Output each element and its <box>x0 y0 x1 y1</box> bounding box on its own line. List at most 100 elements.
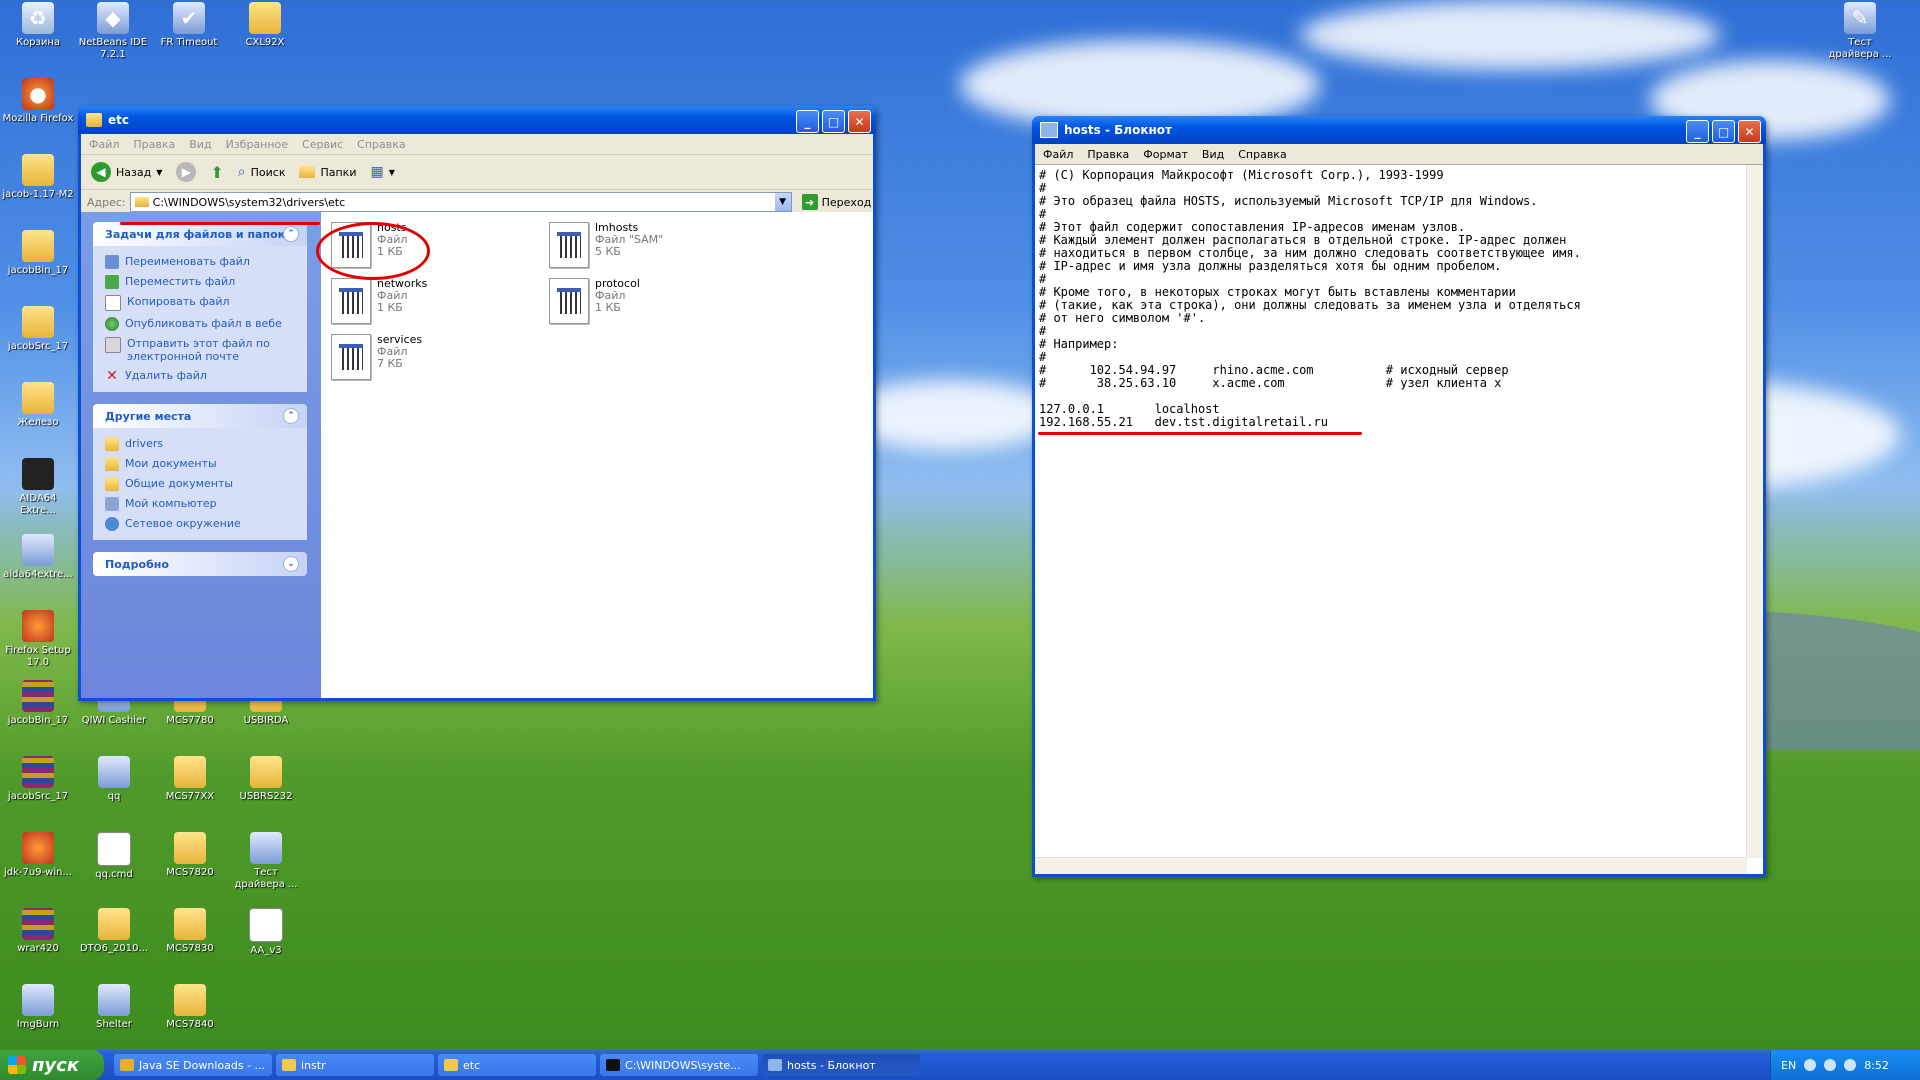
desktop-icon[interactable]: Shelter <box>78 984 150 1031</box>
desktop-icon[interactable]: jacobSrc_17 <box>2 306 74 353</box>
desktop-icon[interactable]: ♻ Корзина <box>2 2 74 49</box>
panel-header[interactable]: Подробно ⌄ <box>93 552 307 576</box>
views-button[interactable]: ▦ ▼ <box>366 162 398 182</box>
place-drivers[interactable]: drivers <box>105 434 307 454</box>
desktop-icon[interactable]: MCS77XX <box>154 756 226 803</box>
desktop-icon[interactable]: wrar420 <box>2 908 74 955</box>
folder-icon <box>22 230 54 262</box>
menu-edit[interactable]: Правка <box>133 138 175 151</box>
place-shared-documents[interactable]: Общие документы <box>105 474 307 494</box>
task-publish[interactable]: Опубликовать файл в вебе <box>105 314 307 334</box>
file-item-networks[interactable]: networks Файл 1 КБ <box>331 278 427 324</box>
chevron-up-icon[interactable]: ⌃ <box>283 408 299 424</box>
desktop-icon[interactable]: qq <box>78 756 150 803</box>
menu-view[interactable]: Вид <box>189 138 211 151</box>
desktop-icon[interactable]: Железо <box>2 382 74 429</box>
panel-header[interactable]: Другие места ⌃ <box>93 404 307 428</box>
menu-file[interactable]: Файл <box>89 138 119 151</box>
task-rename[interactable]: Переименовать файл <box>105 252 307 272</box>
desktop-icon[interactable]: aida64extre... <box>2 534 74 581</box>
maximize-button[interactable]: □ <box>822 110 845 133</box>
menu-help[interactable]: Справка <box>357 138 405 151</box>
notepad-text[interactable]: # (C) Корпорация Майкрософт (Microsoft C… <box>1035 165 1763 429</box>
menu-edit[interactable]: Правка <box>1087 148 1129 161</box>
desktop-icon[interactable]: ✎ Тест драйвера ... <box>1824 2 1896 61</box>
desktop-icon[interactable]: USBRS232 <box>230 756 302 803</box>
desktop-icon[interactable]: jacob-1.17-M2 <box>2 154 74 201</box>
desktop-icon[interactable]: jacobBin_17 <box>2 230 74 277</box>
network-tray-icon[interactable] <box>1804 1059 1817 1071</box>
menu-file[interactable]: Файл <box>1043 148 1073 161</box>
volume-tray-icon[interactable] <box>1824 1059 1837 1071</box>
desktop-icon[interactable]: ◆ NetBeans IDE 7.2.1 <box>77 2 149 61</box>
forward-button[interactable]: ▶ <box>172 160 200 184</box>
taskbar-task[interactable]: etc <box>438 1054 596 1076</box>
menu-favorites[interactable]: Избранное <box>226 138 288 151</box>
horizontal-scrollbar[interactable] <box>1035 857 1747 874</box>
taskbar-task[interactable]: hosts - Блокнот <box>762 1054 920 1076</box>
task-email[interactable]: Отправить этот файл по электронной почте <box>105 334 307 366</box>
task-label: Копировать файл <box>127 295 230 308</box>
details-panel: Подробно ⌄ <box>93 552 307 576</box>
notepad-window[interactable]: hosts - Блокнот _ □ ✕ Файл Правка Формат… <box>1032 116 1766 877</box>
desktop-icon[interactable]: CXL92X <box>229 2 301 49</box>
close-button[interactable]: ✕ <box>848 110 871 133</box>
notepad-titlebar[interactable]: hosts - Блокнот _ □ ✕ <box>1032 116 1766 144</box>
taskbar-task[interactable]: Java SE Downloads - ... <box>114 1054 272 1076</box>
notepad-editor[interactable]: # (C) Корпорация Майкрософт (Microsoft C… <box>1035 164 1763 874</box>
place-network[interactable]: Сетевое окружение <box>105 514 307 534</box>
desktop-icon[interactable]: ✔ FR Timeout <box>153 2 225 49</box>
task-delete[interactable]: ✕ Удалить файл <box>105 366 307 386</box>
desktop-icon[interactable]: Тест драйвера ... <box>230 832 302 891</box>
file-item-services[interactable]: services Файл 7 КБ <box>331 334 422 380</box>
maximize-button[interactable]: □ <box>1712 120 1735 143</box>
address-input[interactable]: C:\WINDOWS\system32\drivers\etc ▼ <box>129 192 792 212</box>
vertical-scrollbar[interactable] <box>1746 165 1763 858</box>
desktop-icon[interactable]: ● Mozilla Firefox <box>2 78 74 125</box>
security-tray-icon[interactable] <box>1844 1059 1857 1071</box>
close-button[interactable]: ✕ <box>1738 120 1761 143</box>
place-my-documents[interactable]: Мои документы <box>105 454 307 474</box>
desktop-icon[interactable]: ImgBurn <box>2 984 74 1031</box>
start-button[interactable]: пуск <box>0 1050 104 1080</box>
desktop-icon[interactable]: DTO6_2010... <box>78 908 150 955</box>
minimize-button[interactable]: _ <box>796 110 819 133</box>
desktop-icon[interactable]: MCS7840 <box>154 984 226 1031</box>
taskbar-task[interactable]: C:\WINDOWS\syste... <box>600 1054 758 1076</box>
menu-tools[interactable]: Сервис <box>302 138 343 151</box>
taskbar-task[interactable]: instr <box>276 1054 434 1076</box>
up-folder-button[interactable]: ⬆ <box>206 161 227 184</box>
desktop-icon[interactable]: AA_v3 <box>230 908 302 957</box>
file-item-lmhosts[interactable]: lmhosts Файл "SAM" 5 КБ <box>549 222 663 268</box>
menu-format[interactable]: Формат <box>1143 148 1188 161</box>
language-indicator[interactable]: EN <box>1781 1059 1796 1072</box>
menu-view[interactable]: Вид <box>1202 148 1224 161</box>
desktop-icon[interactable]: MCS7830 <box>154 908 226 955</box>
search-button[interactable]: ⌕ Поиск <box>234 162 290 182</box>
back-button[interactable]: ◀ Назад ▼ <box>87 160 166 184</box>
explorer-titlebar[interactable]: etc _ □ ✕ <box>78 106 876 134</box>
minimize-button[interactable]: _ <box>1686 120 1709 143</box>
desktop-icon[interactable]: Firefox Setup 17.0 <box>2 610 74 669</box>
file-item-protocol[interactable]: protocol Файл 1 КБ <box>549 278 640 324</box>
app-icon <box>98 756 130 788</box>
desktop-icon[interactable]: qq.cmd <box>78 832 150 881</box>
clock[interactable]: 8:52 <box>1864 1059 1889 1072</box>
desktop-icon[interactable]: jacobBin_17 <box>2 680 74 727</box>
folders-button[interactable]: Папки <box>295 164 360 181</box>
task-move[interactable]: Переместить файл <box>105 272 307 292</box>
desktop-icon-label: AA_v3 <box>250 945 282 956</box>
panel-header[interactable]: Задачи для файлов и папок ⌃ <box>93 222 307 246</box>
desktop-icon[interactable]: jacobSrc_17 <box>2 756 74 803</box>
explorer-window[interactable]: etc _ □ ✕ Файл Правка Вид Избранное Серв… <box>78 106 876 701</box>
place-my-computer[interactable]: Мой компьютер <box>105 494 307 514</box>
desktop-icon[interactable]: MCS7820 <box>154 832 226 879</box>
chevron-down-icon[interactable]: ⌄ <box>283 556 299 572</box>
task-copy[interactable]: Копировать файл <box>105 292 307 314</box>
menu-help[interactable]: Справка <box>1238 148 1286 161</box>
go-button[interactable]: ➜ Переход <box>801 194 871 210</box>
chevron-down-icon[interactable]: ▼ <box>774 193 791 211</box>
chevron-up-icon[interactable]: ⌃ <box>283 226 299 242</box>
desktop-icon[interactable]: jdk-7u9-win... <box>2 832 74 879</box>
desktop-icon[interactable]: AIDA64 Extre... <box>2 458 74 517</box>
